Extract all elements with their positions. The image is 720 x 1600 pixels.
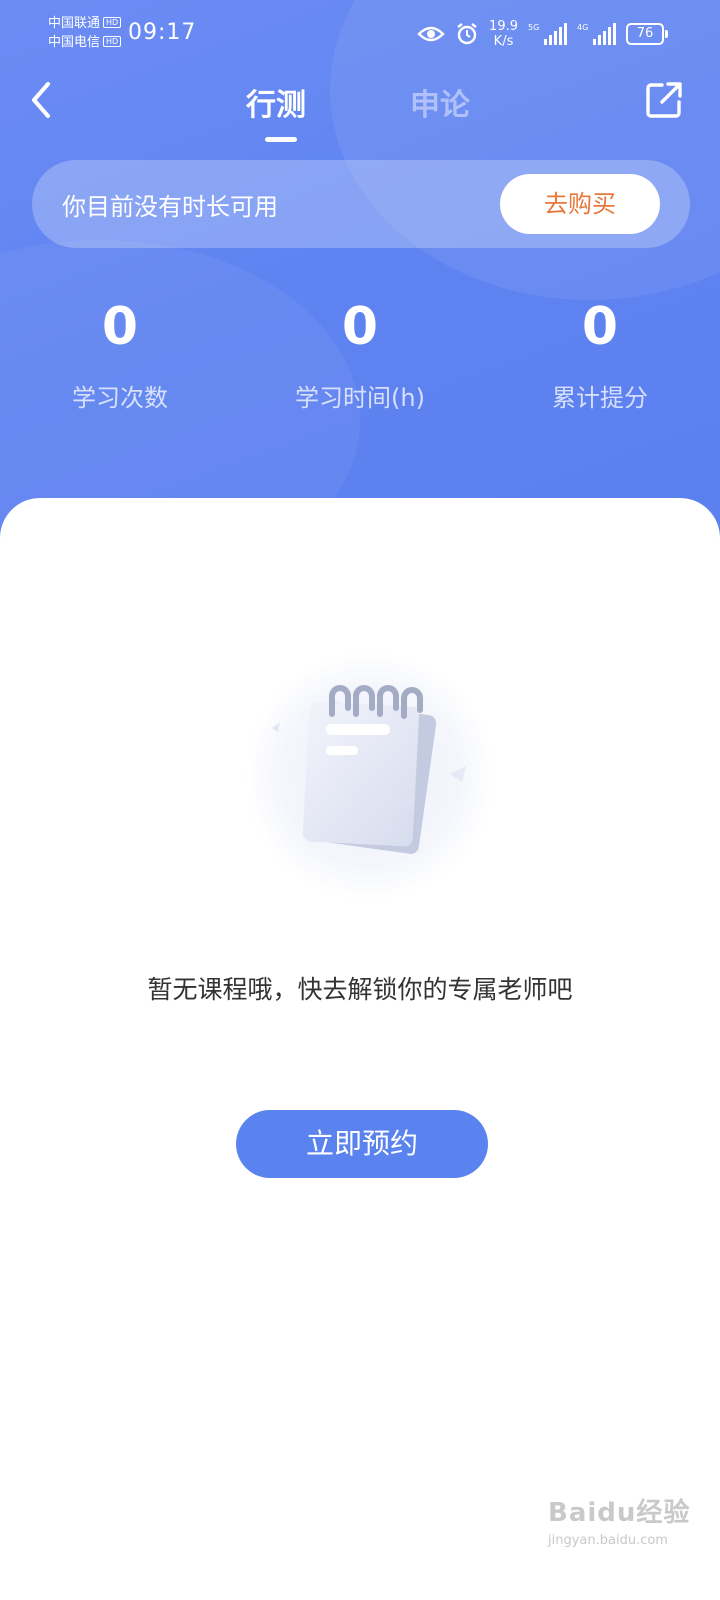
stat-value: 0: [101, 297, 139, 357]
chevron-left-icon: [32, 82, 50, 118]
stat-study-time: 0 学习时间(h): [240, 296, 480, 413]
book-now-button[interactable]: 立即预约: [236, 1110, 488, 1178]
stat-label: 学习次数: [72, 384, 168, 412]
net-speed: 19.9 K/s: [489, 19, 518, 49]
stat-value: 0: [581, 297, 619, 357]
stat-label: 学习时间(h): [295, 384, 425, 412]
carrier-1: 中国联通: [48, 16, 101, 31]
tab-shenlun[interactable]: 申论: [410, 80, 470, 124]
stat-label: 累计提分: [552, 384, 648, 412]
stat-score-gain: 0 累计提分: [480, 296, 720, 413]
status-bar: 中国联通 HD 中国电信 HD 09:17 19.9 K/s 5G 4G 76: [0, 0, 720, 60]
stat-value: 0: [341, 297, 379, 357]
notebook-illustration: [245, 651, 495, 901]
course-card: 暂无课程哦，快去解锁你的专属老师吧 立即预约: [0, 498, 720, 1498]
signal-4g-icon: 4G: [577, 23, 616, 45]
hd-badge: HD: [103, 36, 122, 47]
battery-icon: 76: [626, 23, 668, 45]
baidu-watermark: Baidu经验 jingyan.baidu.com: [548, 1492, 690, 1548]
clock: 09:17: [128, 20, 197, 45]
balance-message: 你目前没有时长可用: [62, 193, 278, 221]
status-icons: 19.9 K/s 5G 4G 76: [417, 16, 668, 52]
empty-state-message: 暂无课程哦，快去解锁你的专属老师吧: [147, 975, 573, 1004]
tab-indicator: [265, 137, 297, 142]
carrier-2: 中国电信: [48, 35, 101, 50]
tab-xingce[interactable]: 行测: [246, 80, 306, 124]
share-button[interactable]: [644, 80, 684, 120]
balance-banner: 你目前没有时长可用 去购买: [32, 160, 690, 248]
stat-study-count: 0 学习次数: [0, 296, 240, 413]
buy-button[interactable]: 去购买: [500, 174, 660, 234]
back-button[interactable]: [26, 80, 62, 120]
header-background: [0, 0, 720, 560]
watermark-logo-text: Baidu经验: [548, 1498, 691, 1528]
external-link-icon: [646, 82, 682, 118]
alarm-icon: [457, 23, 477, 45]
hd-badge: HD: [103, 17, 122, 28]
signal-5g-icon: 5G: [528, 23, 567, 45]
watermark-url: jingyan.baidu.com: [548, 1533, 668, 1548]
eye-icon: [417, 26, 445, 42]
carrier-info: 中国联通 HD 中国电信 HD: [48, 14, 122, 52]
